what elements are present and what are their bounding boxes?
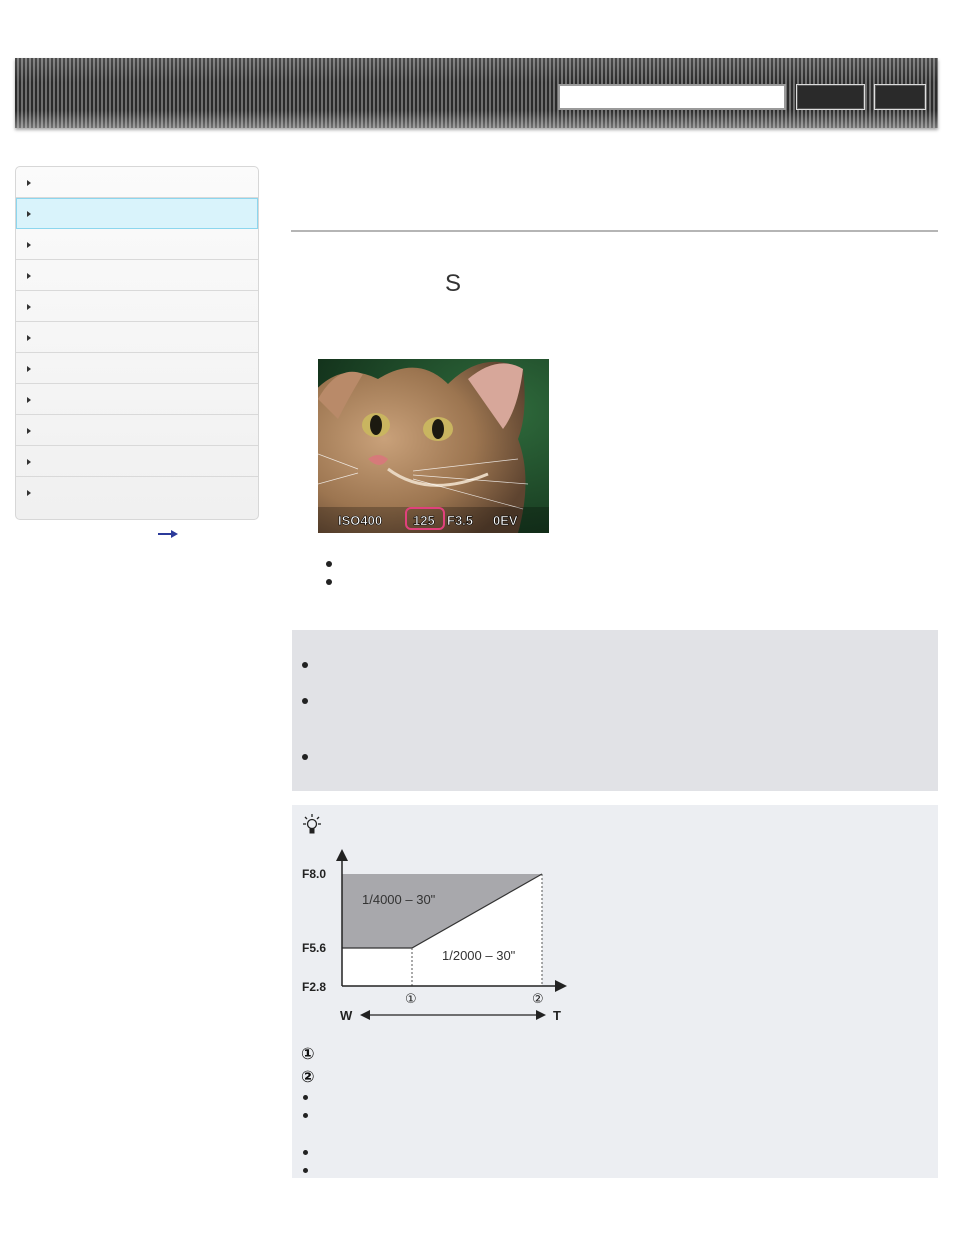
x-label-tele: T: [553, 1008, 561, 1023]
shutter-readout: 125: [413, 513, 435, 528]
bullet: [326, 579, 332, 585]
zoom-range-arrow-left: [360, 1010, 370, 1020]
triangle-right-icon: [27, 428, 31, 434]
bullet: [303, 1095, 308, 1100]
aperture-readout: F3.5: [447, 513, 473, 528]
bullet: [303, 1113, 308, 1118]
aperture-shutter-chart: F8.0 F5.6 F2.8 1/4000 – 30" 1/2000 – 30"…: [302, 849, 567, 1023]
region-label: 1/4000 – 30": [362, 892, 436, 907]
sidebar-nav: [15, 166, 259, 520]
y-tick-label: F5.6: [302, 941, 326, 955]
x-label-wide: W: [340, 1008, 353, 1023]
iso-readout: ISO400: [338, 513, 382, 528]
sidebar-item[interactable]: [16, 167, 258, 198]
zoom-marker-label: ①: [405, 992, 417, 1007]
triangle-right-icon: [27, 211, 31, 217]
zoom-marker-label: ②: [532, 992, 544, 1007]
title-divider: [291, 230, 938, 232]
arrow-right-icon[interactable]: [158, 529, 178, 539]
cat-photo: ISO400 125 F3.5 0EV: [318, 359, 549, 533]
sidebar-item[interactable]: [16, 260, 258, 291]
sidebar-item-active[interactable]: [16, 198, 258, 229]
bullet: [326, 561, 332, 567]
triangle-right-icon: [27, 273, 31, 279]
ev-readout: 0EV: [493, 513, 518, 528]
sidebar-item[interactable]: [16, 477, 258, 507]
bullet: [303, 1150, 308, 1155]
print-button[interactable]: [874, 84, 926, 110]
bullet: [302, 754, 308, 760]
sidebar-item[interactable]: [16, 384, 258, 415]
search-button[interactable]: [796, 84, 865, 110]
hint-box: F8.0 F5.6 F2.8 1/4000 – 30" 1/2000 – 30"…: [292, 805, 938, 1178]
search-input[interactable]: [558, 84, 786, 110]
triangle-right-icon: [27, 397, 31, 403]
bullet: [303, 1168, 308, 1173]
marker-2-label: ②: [301, 1067, 315, 1086]
triangle-right-icon: [27, 366, 31, 372]
x-axis-arrow: [555, 980, 567, 992]
triangle-right-icon: [27, 335, 31, 341]
sidebar-item[interactable]: [16, 353, 258, 384]
triangle-right-icon: [27, 304, 31, 310]
lightbulb-icon: [303, 814, 321, 834]
triangle-right-icon: [27, 242, 31, 248]
notes-box: [292, 630, 938, 791]
triangle-right-icon: [27, 180, 31, 186]
region-label: 1/2000 – 30": [442, 948, 516, 963]
y-tick-label: F8.0: [302, 867, 326, 881]
bullet: [302, 662, 308, 668]
triangle-right-icon: [27, 459, 31, 465]
sidebar-item[interactable]: [16, 415, 258, 446]
sidebar-item[interactable]: [16, 322, 258, 353]
triangle-right-icon: [27, 490, 31, 496]
sidebar-item[interactable]: [16, 446, 258, 477]
sidebar-item[interactable]: [16, 291, 258, 322]
bullet: [302, 698, 308, 704]
sidebar-item[interactable]: [16, 229, 258, 260]
mode-icon-s: S: [445, 270, 462, 297]
marker-1-label: ①: [301, 1044, 315, 1063]
y-tick-label: F2.8: [302, 980, 326, 994]
zoom-range-arrow-right: [536, 1010, 546, 1020]
y-axis-arrow: [336, 849, 348, 861]
